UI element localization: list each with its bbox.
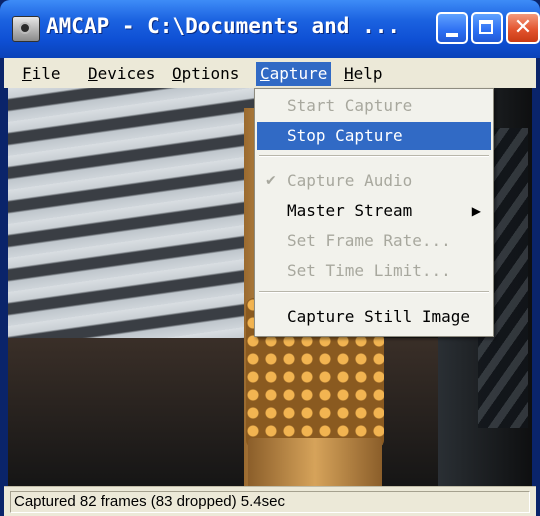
- menu-options[interactable]: Options: [168, 62, 243, 86]
- menu-item-label: Set Time Limit...: [287, 261, 451, 280]
- status-bar: Captured 82 frames (83 dropped) 5.4sec: [4, 486, 536, 516]
- maximize-button[interactable]: [471, 12, 503, 44]
- menu-item-label: Stop Capture: [287, 126, 403, 145]
- title-bar[interactable]: AMCAP - C:\Documents and ... ✕: [0, 0, 540, 58]
- amcap-window: AMCAP - C:\Documents and ... ✕ File Devi…: [0, 0, 540, 516]
- menu-item-capture-still-image[interactable]: Capture Still Image: [257, 303, 491, 331]
- window-title: AMCAP - C:\Documents and ...: [46, 14, 401, 38]
- menu-capture-mnemonic: C: [260, 64, 270, 83]
- menu-item-start-capture[interactable]: Start Capture: [257, 92, 491, 120]
- menu-item-label: Set Frame Rate...: [287, 231, 451, 250]
- menu-separator: [259, 155, 489, 157]
- menu-bar: File Devices Options Capture Help: [4, 58, 536, 88]
- menu-options-mnemonic: O: [172, 64, 182, 83]
- menu-file-mnemonic: F: [22, 64, 32, 83]
- menu-options-label: ptions: [181, 64, 240, 83]
- menu-item-label: Start Capture: [287, 96, 413, 115]
- submenu-arrow-icon: ▶: [471, 204, 481, 218]
- menu-help-mnemonic: H: [344, 64, 354, 83]
- menu-item-capture-audio[interactable]: ✔ Capture Audio: [257, 167, 491, 195]
- menu-item-set-frame-rate[interactable]: Set Frame Rate...: [257, 227, 491, 255]
- menu-item-label: Capture Still Image: [287, 307, 471, 326]
- checkmark-icon: ✔: [265, 173, 277, 189]
- menu-devices-mnemonic: D: [88, 64, 98, 83]
- menu-separator: [259, 291, 489, 293]
- wooden-object-base: [248, 438, 382, 486]
- status-text: Captured 82 frames (83 dropped) 5.4sec: [10, 491, 530, 513]
- minimize-button[interactable]: [436, 12, 468, 44]
- menu-devices[interactable]: Devices: [84, 62, 159, 86]
- menu-help-label: elp: [353, 64, 383, 83]
- menu-item-label: Master Stream: [287, 201, 413, 220]
- menu-help[interactable]: Help: [340, 62, 387, 86]
- close-button[interactable]: ✕: [506, 12, 540, 44]
- close-icon: ✕: [513, 15, 533, 40]
- menu-item-master-stream[interactable]: Master Stream ▶: [257, 197, 491, 225]
- menu-capture[interactable]: Capture: [256, 62, 332, 86]
- menu-item-set-time-limit[interactable]: Set Time Limit...: [257, 257, 491, 285]
- menu-item-stop-capture[interactable]: Stop Capture: [257, 122, 491, 150]
- menu-capture-label: apture: [269, 64, 328, 83]
- menu-file[interactable]: File: [18, 62, 65, 86]
- capture-menu: Start Capture Stop Capture ✔ Capture Aud…: [254, 88, 494, 337]
- menu-file-label: ile: [31, 64, 61, 83]
- menu-devices-label: evices: [97, 64, 156, 83]
- menu-item-label: Capture Audio: [287, 171, 413, 190]
- amcap-app-icon[interactable]: [12, 16, 40, 42]
